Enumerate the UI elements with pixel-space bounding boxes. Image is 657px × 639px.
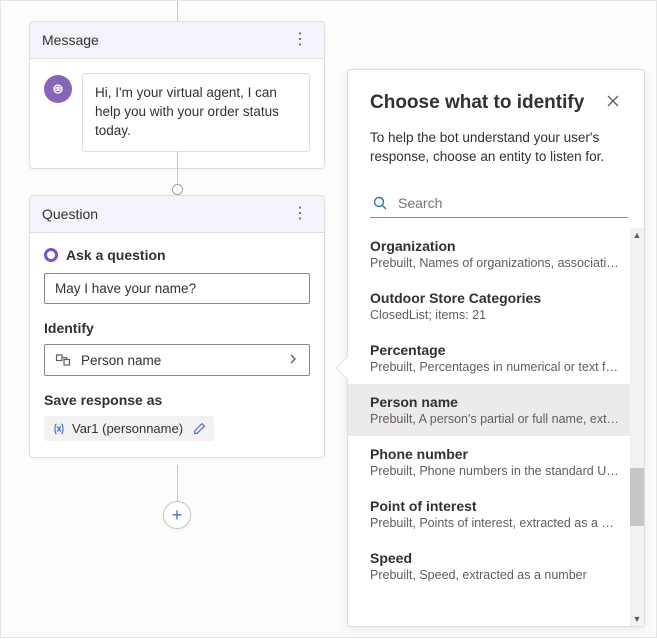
message-text[interactable]: Hi, I'm your virtual agent, I can help y…: [82, 73, 310, 152]
close-icon[interactable]: [604, 92, 622, 115]
scrollbar-thumb[interactable]: [630, 468, 644, 526]
entity-picker-panel: Choose what to identify To help the bot …: [347, 69, 645, 627]
authoring-canvas: Message ⋮ Hi, I'm your virtual agent, I …: [1, 1, 363, 639]
card-header: Question ⋮: [30, 196, 324, 233]
card-title: Question: [42, 206, 98, 222]
variable-icon: [52, 422, 66, 436]
entity-option-name: Person name: [370, 394, 620, 410]
ask-question-label: Ask a question: [66, 247, 166, 263]
bot-avatar-icon: [44, 75, 72, 103]
search-icon: [372, 195, 388, 211]
message-row: Hi, I'm your virtual agent, I can help y…: [44, 73, 310, 152]
entity-option-name: Percentage: [370, 342, 620, 358]
entity-option-meta: ClosedList; items: 21: [370, 308, 620, 322]
entity-option-meta: Prebuilt, A person's partial or full nam…: [370, 412, 620, 426]
more-menu-icon[interactable]: ⋮: [288, 206, 312, 222]
entity-option-meta: Prebuilt, Phone numbers in the standard …: [370, 464, 620, 478]
card-body: Ask a question Identify Person name Save…: [30, 233, 324, 457]
ask-question-section: Ask a question: [44, 247, 310, 263]
connector-port[interactable]: [172, 184, 183, 195]
entity-option[interactable]: Percentage Prebuilt, Percentages in numer…: [348, 332, 630, 384]
card-header: Message ⋮: [30, 22, 324, 59]
entity-option[interactable]: Person name Prebuilt, A person's partial …: [348, 384, 630, 436]
message-node-card[interactable]: Message ⋮ Hi, I'm your virtual agent, I …: [29, 21, 325, 169]
identify-value: Person name: [81, 353, 277, 368]
entity-list-container: Organization Prebuilt, Names of organizat…: [348, 228, 644, 626]
entity-option-name: Organization: [370, 238, 620, 254]
scrollbar-track[interactable]: ▲ ▼: [630, 228, 644, 626]
panel-header: Choose what to identify To help the bot …: [348, 70, 644, 177]
question-text-input[interactable]: [44, 273, 310, 304]
scroll-down-arrow-icon[interactable]: ▼: [630, 612, 644, 626]
entity-option[interactable]: Organization Prebuilt, Names of organizat…: [348, 228, 630, 280]
entity-list: Organization Prebuilt, Names of organizat…: [348, 228, 630, 596]
entity-option[interactable]: Phone number Prebuilt, Phone numbers in t…: [348, 436, 630, 488]
entity-option-meta: Prebuilt, Percentages in numerical or te…: [370, 360, 620, 374]
entity-option[interactable]: Point of interest Prebuilt, Points of int…: [348, 488, 630, 540]
entity-option[interactable]: Speed Prebuilt, Speed, extracted as a num…: [348, 540, 630, 592]
panel-title: Choose what to identify: [370, 92, 584, 114]
connector-line: [177, 1, 178, 21]
entity-option-meta: Prebuilt, Points of interest, extracted …: [370, 516, 620, 530]
variable-chip-text: Var1 (personname): [72, 421, 183, 436]
save-response-label: Save response as: [44, 392, 310, 408]
identify-label: Identify: [44, 320, 310, 336]
more-menu-icon[interactable]: ⋮: [288, 32, 312, 48]
panel-description: To help the bot understand your user's r…: [370, 129, 622, 167]
entity-option-meta: Prebuilt, Speed, extracted as a number: [370, 568, 620, 582]
entity-option-meta: Prebuilt, Names of organizations, associ…: [370, 256, 620, 270]
card-title: Message: [42, 32, 99, 48]
variable-chip[interactable]: Var1 (personname): [44, 416, 214, 441]
chevron-right-icon: [287, 352, 299, 368]
add-node-button[interactable]: +: [163, 501, 191, 529]
entity-option[interactable]: Outdoor Store Categories ClosedList; item…: [348, 280, 630, 332]
entity-option-name: Phone number: [370, 446, 620, 462]
search-input[interactable]: [398, 195, 626, 211]
question-ring-icon: [44, 248, 58, 262]
identify-entity-select[interactable]: Person name: [44, 344, 310, 376]
entity-search-field[interactable]: [370, 191, 628, 218]
entity-option-name: Speed: [370, 550, 620, 566]
edit-icon[interactable]: [193, 422, 206, 435]
question-node-card[interactable]: Question ⋮ Ask a question Identify Perso…: [29, 195, 325, 458]
entity-option-name: Outdoor Store Categories: [370, 290, 620, 306]
connector-line: [177, 465, 178, 501]
entity-option-name: Point of interest: [370, 498, 620, 514]
entity-icon: [55, 352, 71, 368]
scroll-up-arrow-icon[interactable]: ▲: [630, 228, 644, 242]
